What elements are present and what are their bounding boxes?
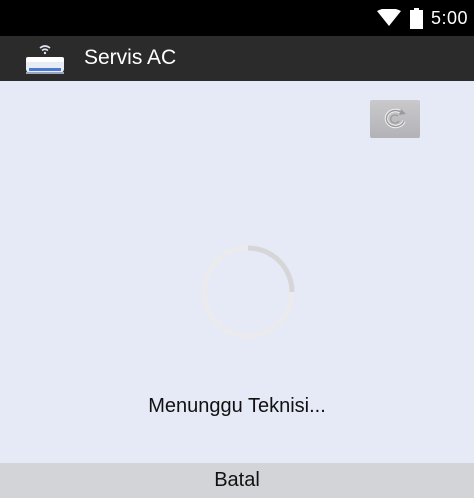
status-icons: 5:00 [376, 7, 468, 29]
status-bar: 5:00 [0, 0, 474, 36]
waiting-message: Menunggu Teknisi... [148, 395, 326, 417]
battery-icon [409, 7, 423, 29]
air-conditioner-icon[interactable] [24, 41, 66, 77]
refresh-icon [384, 108, 406, 129]
cancel-button[interactable]: Batal [0, 463, 474, 498]
app-title: Servis AC [84, 46, 177, 69]
wifi-icon [376, 9, 401, 26]
app-bar: Servis AC [0, 36, 474, 81]
status-time: 5:00 [430, 7, 468, 28]
spinner-icon [201, 245, 295, 339]
refresh-button[interactable] [370, 100, 420, 138]
